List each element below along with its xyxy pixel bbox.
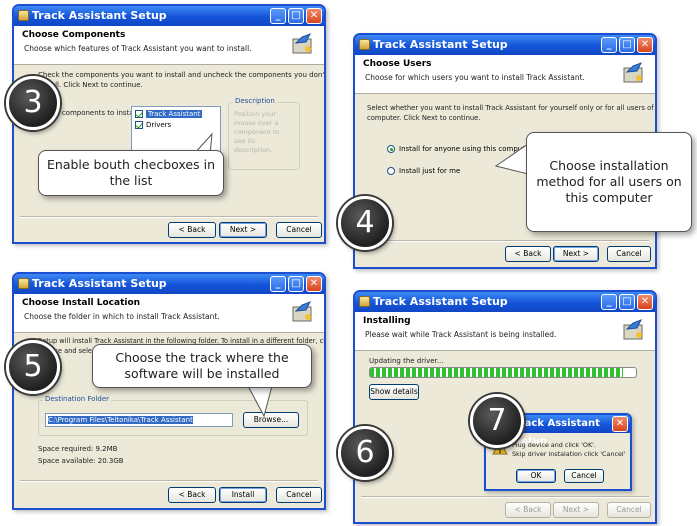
close-button[interactable]: ✕ bbox=[306, 276, 322, 292]
cancel-button[interactable]: Cancel bbox=[276, 487, 322, 503]
component-item-drivers[interactable]: Drivers bbox=[135, 121, 171, 129]
back-button[interactable]: < Back bbox=[505, 502, 551, 518]
page-subtitle: Choose for which users you want to insta… bbox=[365, 73, 585, 82]
maximize-button[interactable]: □ bbox=[288, 8, 304, 24]
checkbox-icon[interactable] bbox=[135, 121, 143, 129]
page-title: Choose Install Location bbox=[22, 298, 141, 308]
installer-icon bbox=[623, 319, 643, 340]
minimize-button[interactable]: _ bbox=[601, 37, 617, 53]
page-title: Choose Users bbox=[363, 59, 432, 69]
step-number-badge: 6 bbox=[338, 426, 392, 480]
page-header: Choose Install Location Choose the folde… bbox=[14, 294, 324, 333]
minimize-button[interactable]: _ bbox=[601, 294, 617, 310]
app-icon bbox=[359, 296, 370, 307]
destination-label: Destination Folder bbox=[43, 395, 112, 403]
minimize-button[interactable]: _ bbox=[270, 276, 286, 292]
cancel-button[interactable]: Cancel bbox=[607, 502, 651, 518]
callout-step-3: Enable bouth checboxes in the list bbox=[38, 150, 224, 196]
space-required: Space required: 9.2MB bbox=[38, 445, 118, 453]
page-title: Installing bbox=[363, 316, 411, 326]
window-title: Track Assistant Setup bbox=[32, 277, 167, 290]
radio-install-me[interactable]: Install just for me bbox=[387, 167, 460, 175]
maximize-button[interactable]: □ bbox=[288, 276, 304, 292]
progress-fill bbox=[370, 368, 623, 377]
title-bar: Track Assistant Setup _ □ ✕ bbox=[355, 35, 655, 55]
callout-step-5: Choose the track where the software will… bbox=[92, 344, 312, 388]
install-progress-bar bbox=[369, 367, 637, 378]
installer-icon bbox=[292, 33, 312, 54]
page-subtitle: Choose which features of Track Assistant… bbox=[24, 44, 252, 53]
install-status: Updating the driver... bbox=[369, 357, 444, 365]
dialog-message-1: Plug device and click 'OK'. bbox=[512, 441, 596, 449]
dialog-cancel-button[interactable]: Cancel bbox=[564, 469, 604, 483]
instructions-line-2: computer. Click Next to continue. bbox=[367, 114, 481, 122]
back-button[interactable]: < Back bbox=[168, 487, 216, 503]
page-header: Choose Components Choose which features … bbox=[14, 26, 324, 65]
instructions-line-1: Check the components you want to install… bbox=[38, 71, 326, 79]
description-box: Description Position your mouse over a c… bbox=[228, 97, 300, 170]
dialog-ok-button[interactable]: OK bbox=[516, 469, 556, 483]
app-icon bbox=[18, 278, 29, 289]
space-available: Space available: 20.3GB bbox=[38, 457, 124, 465]
step-number-badge: 3 bbox=[6, 76, 60, 130]
checkbox-icon[interactable] bbox=[135, 110, 143, 118]
next-button[interactable]: Next > bbox=[219, 222, 267, 238]
page-header: Installing Please wait while Track Assis… bbox=[355, 312, 655, 351]
step-number-badge: 4 bbox=[338, 196, 392, 250]
page-subtitle: Please wait while Track Assistant is bei… bbox=[365, 330, 557, 339]
radio-selected-icon[interactable] bbox=[387, 145, 395, 153]
app-icon bbox=[18, 10, 29, 21]
description-text: Position your mouse over a component to … bbox=[234, 110, 280, 154]
next-button[interactable]: Next > bbox=[553, 246, 599, 262]
dialog-message-2: Skip driver instalation click 'Cancel' bbox=[512, 450, 626, 458]
callout-step-4: Choose installation method for all users… bbox=[526, 132, 692, 232]
installer-icon bbox=[623, 62, 643, 83]
back-button[interactable]: < Back bbox=[505, 246, 551, 262]
cancel-button[interactable]: Cancel bbox=[607, 246, 651, 262]
title-bar: Track Assistant Setup _ □ ✕ bbox=[14, 274, 324, 294]
instructions-line-1: Select whether you want to install Track… bbox=[367, 104, 657, 112]
callout-pointer bbox=[494, 143, 529, 175]
dialog-close-button[interactable]: ✕ bbox=[612, 416, 628, 432]
close-button[interactable]: ✕ bbox=[637, 294, 653, 310]
page-title: Choose Components bbox=[22, 30, 126, 40]
component-item-track-assistant[interactable]: Track Assistant bbox=[135, 110, 203, 118]
show-details-button[interactable]: Show details bbox=[369, 384, 419, 400]
back-button[interactable]: < Back bbox=[168, 222, 216, 238]
radio-icon[interactable] bbox=[387, 167, 395, 175]
step-number-badge: 7 bbox=[470, 394, 524, 448]
minimize-button[interactable]: _ bbox=[270, 8, 286, 24]
close-button[interactable]: ✕ bbox=[306, 8, 322, 24]
close-button[interactable]: ✕ bbox=[637, 37, 653, 53]
title-bar: Track Assistant Setup _ □ ✕ bbox=[14, 6, 324, 26]
install-button[interactable]: Install bbox=[219, 487, 267, 503]
page-header: Choose Users Choose for which users you … bbox=[355, 55, 655, 94]
title-bar: Track Assistant Setup _ □ ✕ bbox=[355, 292, 655, 312]
installer-icon bbox=[292, 301, 312, 322]
maximize-button[interactable]: □ bbox=[619, 294, 635, 310]
page-subtitle: Choose the folder in which to install Tr… bbox=[24, 312, 220, 321]
setup-window-components: Track Assistant Setup _ □ ✕ Choose Compo… bbox=[12, 4, 326, 244]
window-title: Track Assistant Setup bbox=[32, 9, 167, 22]
maximize-button[interactable]: □ bbox=[619, 37, 635, 53]
app-icon bbox=[359, 39, 370, 50]
description-title: Description bbox=[233, 97, 277, 105]
step-number-badge: 5 bbox=[6, 340, 60, 394]
setup-window-location: Track Assistant Setup _ □ ✕ Choose Insta… bbox=[12, 272, 326, 510]
next-button[interactable]: Next > bbox=[553, 502, 599, 518]
callout-pointer bbox=[247, 385, 273, 418]
window-title: Track Assistant Setup bbox=[373, 38, 508, 51]
cancel-button[interactable]: Cancel bbox=[276, 222, 322, 238]
destination-path-input[interactable]: C:\Program Files\Teltonika\Track Assista… bbox=[45, 413, 233, 427]
window-title: Track Assistant Setup bbox=[373, 295, 508, 308]
